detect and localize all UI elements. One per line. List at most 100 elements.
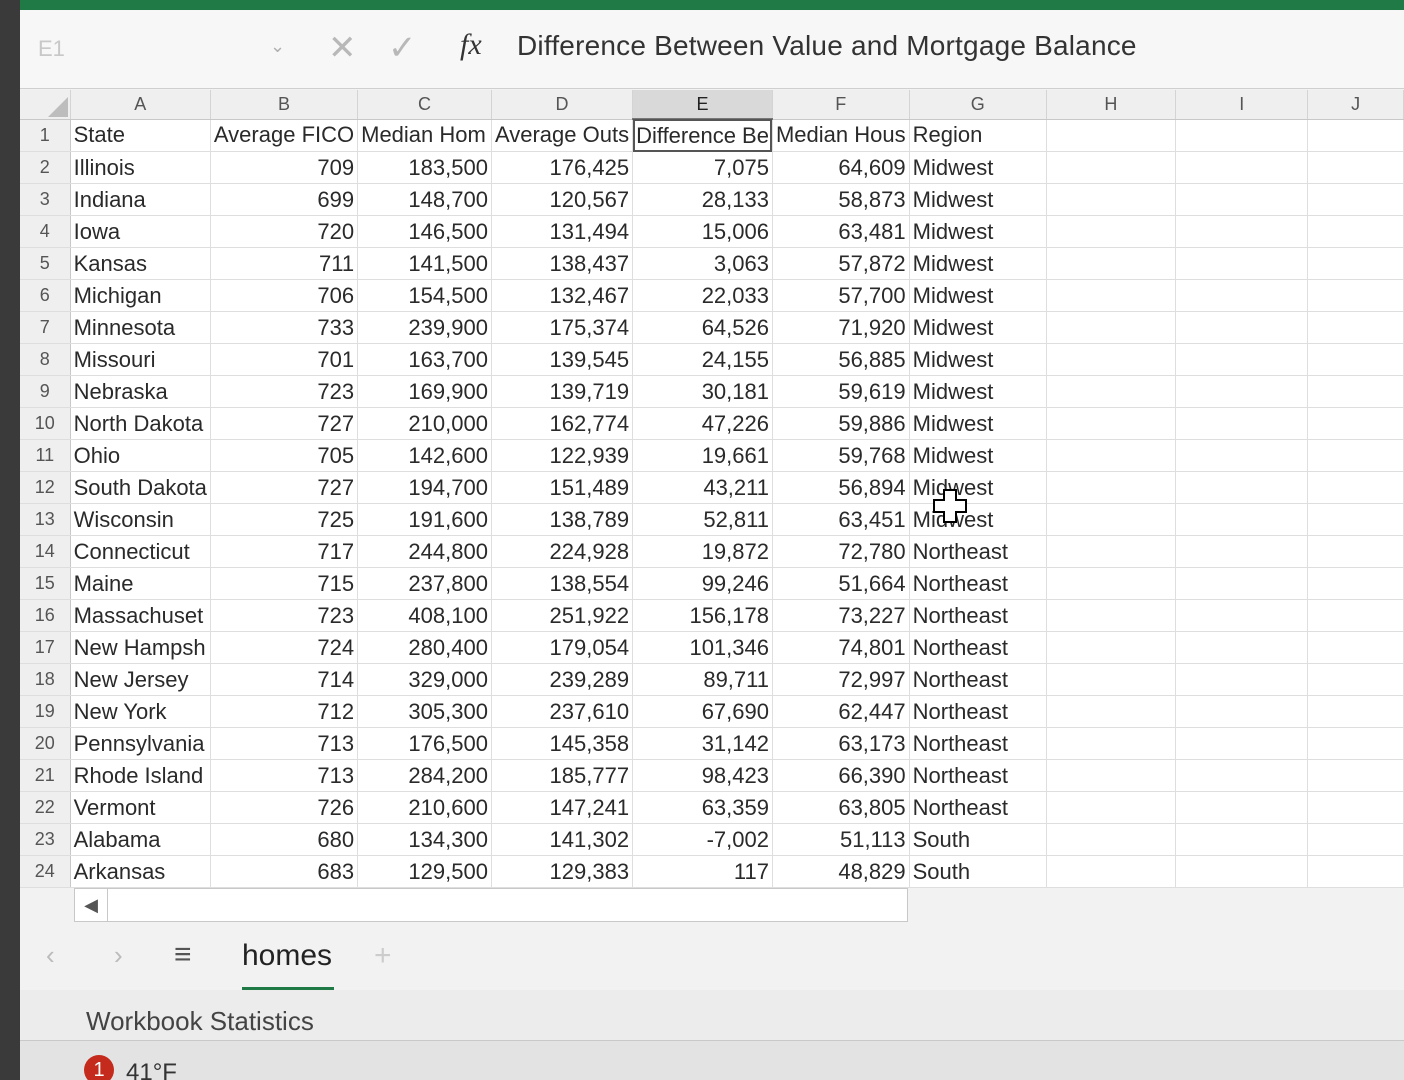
empty-cell[interactable] [1307,311,1404,344]
empty-cell[interactable] [1307,439,1404,472]
cell[interactable]: 733 [210,311,359,344]
cell[interactable]: 138,437 [491,247,634,280]
cell[interactable]: 19,661 [632,439,773,472]
empty-cell[interactable] [1046,375,1177,408]
row-header[interactable]: 23 [20,823,71,856]
cell[interactable]: Kansas [70,247,211,280]
row-header[interactable]: 21 [20,759,71,792]
column-header[interactable]: D [491,90,634,120]
cell[interactable]: 117 [632,855,773,888]
empty-cell[interactable] [1046,119,1177,152]
empty-cell[interactable] [1307,567,1404,600]
cell[interactable]: 194,700 [357,471,492,504]
row-header[interactable]: 22 [20,791,71,824]
empty-cell[interactable] [1175,151,1309,184]
row-header[interactable]: 11 [20,439,71,472]
empty-cell[interactable] [1046,823,1177,856]
cell[interactable]: Midwest [909,183,1047,216]
empty-cell[interactable] [1175,727,1309,760]
empty-cell[interactable] [1307,471,1404,504]
empty-cell[interactable] [1046,631,1177,664]
cell[interactable]: 67,690 [632,695,773,728]
cell[interactable]: 147,241 [491,791,634,824]
empty-cell[interactable] [1046,151,1177,184]
cell[interactable]: 699 [210,183,359,216]
cell[interactable]: 63,173 [772,727,910,760]
empty-cell[interactable] [1307,599,1404,632]
cell[interactable]: 59,886 [772,407,910,440]
empty-cell[interactable] [1046,855,1177,888]
empty-cell[interactable] [1175,791,1309,824]
row-header[interactable]: 20 [20,727,71,760]
cell[interactable]: Missouri [70,343,211,376]
column-header[interactable]: C [357,90,492,120]
cell[interactable]: New Hampsh [70,631,211,664]
cell[interactable]: 122,939 [491,439,634,472]
cell[interactable]: 63,805 [772,791,910,824]
cell[interactable]: 22,033 [632,279,773,312]
cell[interactable]: 66,390 [772,759,910,792]
cell[interactable]: 717 [210,535,359,568]
empty-cell[interactable] [1046,407,1177,440]
empty-cell[interactable] [1175,471,1309,504]
cell[interactable]: 146,500 [357,215,492,248]
empty-cell[interactable] [1307,215,1404,248]
cell[interactable]: 251,922 [491,599,634,632]
formula-input[interactable]: Difference Between Value and Mortgage Ba… [517,30,1137,62]
empty-cell[interactable] [1046,503,1177,536]
empty-cell[interactable] [1046,439,1177,472]
cell[interactable]: 145,358 [491,727,634,760]
empty-cell[interactable] [1175,119,1309,152]
cell[interactable]: 680 [210,823,359,856]
cell[interactable]: 19,872 [632,535,773,568]
empty-cell[interactable] [1307,695,1404,728]
header-cell[interactable]: Region [909,119,1047,152]
cell[interactable]: 120,567 [491,183,634,216]
cell[interactable]: 30,181 [632,375,773,408]
empty-cell[interactable] [1307,119,1404,152]
cell[interactable]: 701 [210,343,359,376]
empty-cell[interactable] [1307,631,1404,664]
column-header[interactable]: F [772,90,910,120]
cell[interactable]: 723 [210,375,359,408]
select-all-corner[interactable] [20,90,71,120]
row-header[interactable]: 10 [20,407,71,440]
empty-cell[interactable] [1175,375,1309,408]
row-header[interactable]: 15 [20,567,71,600]
cell[interactable]: 63,481 [772,215,910,248]
cell[interactable]: 726 [210,791,359,824]
scroll-left-icon[interactable]: ◀ [75,889,108,921]
cell[interactable]: 408,100 [357,599,492,632]
empty-cell[interactable] [1307,247,1404,280]
empty-cell[interactable] [1307,279,1404,312]
empty-cell[interactable] [1046,599,1177,632]
cell[interactable]: 99,246 [632,567,773,600]
cell[interactable]: Northeast [909,567,1047,600]
cell[interactable]: 176,500 [357,727,492,760]
column-header[interactable]: I [1175,90,1309,120]
empty-cell[interactable] [1307,823,1404,856]
cell[interactable]: 48,829 [772,855,910,888]
cell[interactable]: Midwest [909,407,1047,440]
name-box[interactable]: E1 [38,36,65,62]
cell[interactable]: 329,000 [357,663,492,696]
cell[interactable]: Midwest [909,151,1047,184]
empty-cell[interactable] [1307,663,1404,696]
cell[interactable]: Massachuset [70,599,211,632]
empty-cell[interactable] [1307,183,1404,216]
empty-cell[interactable] [1175,311,1309,344]
row-header[interactable]: 17 [20,631,71,664]
cell[interactable]: 64,609 [772,151,910,184]
cell[interactable]: Michigan [70,279,211,312]
cell[interactable]: Northeast [909,727,1047,760]
cell[interactable]: 28,133 [632,183,773,216]
empty-cell[interactable] [1175,567,1309,600]
row-header[interactable]: 5 [20,247,71,280]
empty-cell[interactable] [1046,311,1177,344]
cell[interactable]: 239,900 [357,311,492,344]
cell[interactable]: 712 [210,695,359,728]
cell[interactable]: Arkansas [70,855,211,888]
cell[interactable]: Midwest [909,439,1047,472]
cell[interactable]: Midwest [909,215,1047,248]
cell[interactable]: 52,811 [632,503,773,536]
